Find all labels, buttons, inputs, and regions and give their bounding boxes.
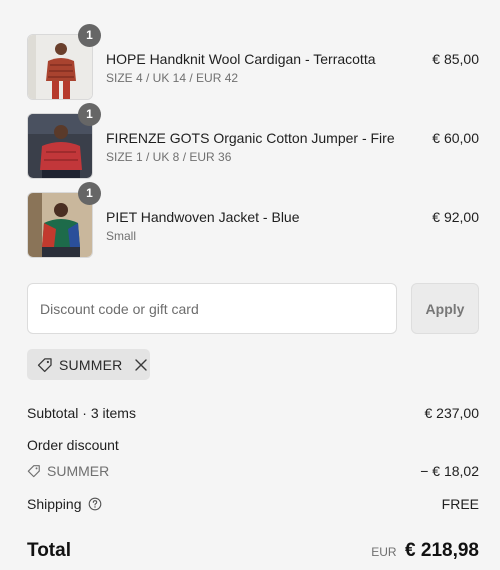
quantity-badge: 1 — [78, 24, 101, 47]
subtotal-label: Subtotal · 3 items — [27, 405, 136, 421]
discount-code-input[interactable] — [27, 283, 397, 334]
order-discount-row: Order discount — [27, 437, 479, 453]
item-price: € 85,00 — [432, 51, 479, 67]
total-label: Total — [27, 540, 71, 561]
item-title: PIET Handwoven Jacket - Blue — [106, 209, 300, 225]
apply-button[interactable]: Apply — [411, 283, 479, 334]
shipping-label: Shipping — [27, 496, 82, 512]
subtotal-row: Subtotal · 3 items € 237,00 — [27, 405, 479, 421]
item-variant: SIZE 1 / UK 8 / EUR 36 — [106, 150, 232, 164]
shipping-value: FREE — [441, 496, 479, 512]
order-discount-label: Order discount — [27, 437, 119, 453]
line-item: 1 PIET Handwoven Jacket - Blue Small € 9… — [27, 182, 479, 258]
total-value: € 218,98 — [405, 540, 479, 561]
discount-value: − € 18,02 — [420, 463, 479, 479]
item-price: € 60,00 — [432, 130, 479, 146]
total-amount: EUR € 218,98 — [371, 540, 479, 562]
shipping-row: Shipping FREE — [27, 496, 479, 512]
product-thumbnail: 1 — [27, 182, 101, 258]
remove-discount-icon[interactable] — [134, 358, 148, 372]
item-variant: SIZE 4 / UK 14 / EUR 42 — [106, 71, 239, 85]
quantity-badge: 1 — [78, 182, 101, 205]
item-price: € 92,00 — [432, 209, 479, 225]
item-title: FIRENZE GOTS Organic Cotton Jumper - Fir… — [106, 130, 395, 146]
line-item: 1 FIRENZE GOTS Organic Cotton Jumper - F… — [27, 103, 479, 179]
item-title: HOPE Handknit Wool Cardigan - Terracotta — [106, 51, 376, 67]
total-currency: EUR — [371, 545, 397, 559]
applied-discount-chip: SUMMER — [27, 349, 150, 380]
quantity-badge: 1 — [78, 103, 101, 126]
item-variant: Small — [106, 229, 137, 243]
line-item: 1 HOPE Handknit Wool Cardigan - Terracot… — [27, 24, 479, 100]
tag-icon — [27, 464, 41, 478]
subtotal-value: € 237,00 — [424, 405, 480, 421]
tag-icon — [37, 357, 53, 373]
applied-discount-code: SUMMER — [59, 356, 123, 373]
product-thumbnail: 1 — [27, 24, 101, 100]
discount-code-row: SUMMER − € 18,02 — [27, 463, 479, 479]
product-thumbnail: 1 — [27, 103, 101, 179]
discount-code-label: SUMMER — [47, 463, 110, 479]
help-icon[interactable] — [88, 497, 102, 511]
